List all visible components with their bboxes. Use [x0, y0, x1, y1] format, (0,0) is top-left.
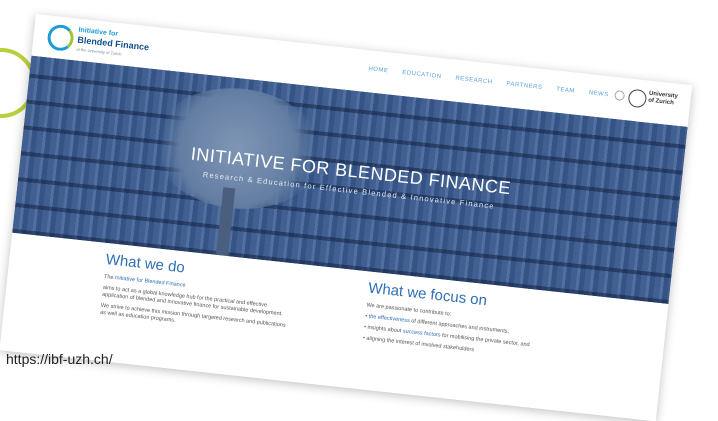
- lead-prefix: The: [103, 273, 114, 281]
- nav-education[interactable]: EDUCATION: [402, 70, 442, 80]
- nav-home[interactable]: HOME: [368, 66, 389, 74]
- what-we-do-section: What we do The Initiative for Blended Fi…: [99, 251, 295, 341]
- ibf-logo[interactable]: Initiative for Blended Finance at the Un…: [46, 21, 169, 64]
- uzh-seal-icon: [627, 88, 648, 109]
- nav-partners[interactable]: PARTNERS: [506, 81, 543, 91]
- search-icon[interactable]: [614, 89, 626, 102]
- url-caption: https://ibf-uzh.ch/: [6, 351, 113, 367]
- success-factors-link[interactable]: success factors: [402, 328, 440, 338]
- nav-research[interactable]: RESEARCH: [455, 76, 493, 86]
- logo-ring-icon: [46, 23, 75, 53]
- university-logo[interactable]: University of Zurich: [648, 91, 685, 109]
- what-we-focus-on-section: What we focus on We are passionate to co…: [362, 280, 558, 367]
- effectiveness-link[interactable]: the effectiveness: [368, 314, 410, 324]
- bullet2-pre: insights about: [367, 324, 402, 335]
- main-menu: HOME EDUCATION RESEARCH PARTNERS TEAM NE…: [368, 66, 609, 98]
- nav-team[interactable]: TEAM: [556, 87, 575, 95]
- nav-news[interactable]: NEWS: [588, 90, 609, 98]
